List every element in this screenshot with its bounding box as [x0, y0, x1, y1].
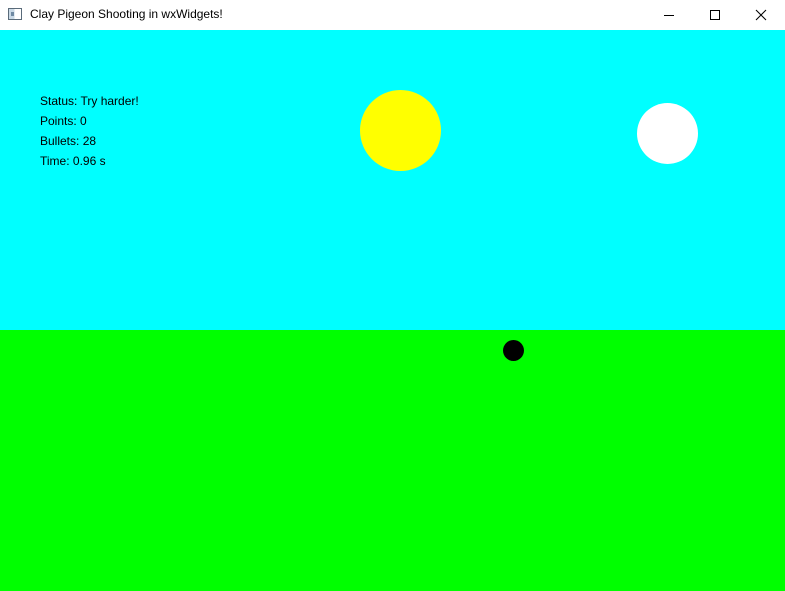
ground-area[interactable]	[0, 330, 785, 591]
maximize-button[interactable]	[692, 0, 738, 30]
bullets-line: Bullets: 28	[40, 131, 139, 151]
close-button[interactable]	[738, 0, 784, 30]
sky-area[interactable]	[0, 30, 785, 330]
window-title: Clay Pigeon Shooting in wxWidgets!	[30, 7, 223, 21]
maximize-icon	[710, 10, 720, 20]
bullets-value: 28	[82, 134, 97, 148]
hud-panel: Status: Try harder! Points: 0 Bullets: 2…	[40, 91, 139, 171]
points-label: Points:	[40, 114, 77, 128]
time-label: Time:	[40, 154, 70, 168]
minimize-icon	[664, 15, 674, 16]
status-label: Status:	[40, 94, 78, 108]
points-line: Points: 0	[40, 111, 139, 131]
points-value: 0	[80, 114, 87, 128]
title-bar[interactable]: Clay Pigeon Shooting in wxWidgets!	[0, 0, 785, 30]
sun	[360, 90, 441, 171]
app-window-icon[interactable]	[8, 8, 22, 20]
status-value: Try harder!	[80, 94, 139, 108]
time-line: Time: 0.96 s	[40, 151, 139, 171]
minimize-button[interactable]	[646, 0, 692, 30]
close-icon	[755, 9, 767, 21]
time-value: 0.96 s	[72, 154, 106, 168]
clay-pigeon-target[interactable]	[637, 103, 698, 164]
crosshair-dot[interactable]	[503, 340, 524, 361]
status-line: Status: Try harder!	[40, 91, 139, 111]
bullets-label: Bullets:	[40, 134, 80, 148]
